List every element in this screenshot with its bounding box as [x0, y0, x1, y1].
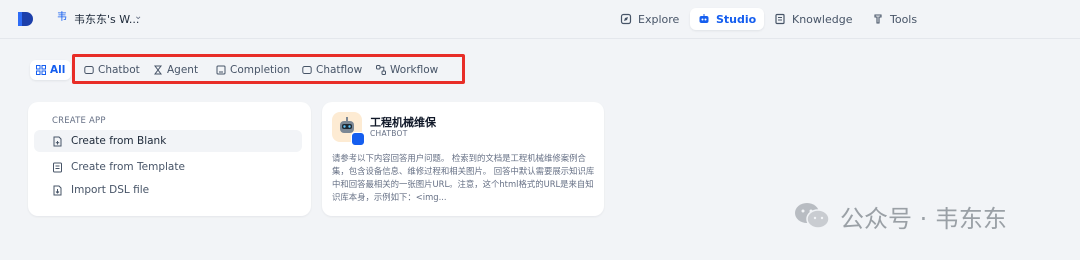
nav-studio-label: Studio [716, 12, 757, 26]
tab-workflow[interactable]: Workflow [370, 60, 444, 80]
create-from-template-button[interactable]: Create from Template [34, 156, 302, 178]
tab-agent-label: Agent [167, 64, 199, 76]
workflow-icon [376, 65, 386, 75]
create-app-title: CREATE APP [52, 116, 106, 126]
agent-icon [154, 65, 162, 75]
tab-all-label: All [50, 64, 66, 76]
create-from-blank-button[interactable]: Create from Blank [34, 130, 302, 152]
create-app-card: CREATE APP Create from Blank Create from… [28, 102, 311, 216]
file-plus-icon [53, 136, 62, 146]
create-from-blank-label: Create from Blank [71, 135, 167, 147]
import-icon [53, 185, 62, 195]
wrench-icon [874, 14, 882, 24]
top-bar: 韦 韦东东's W... ⌄ Explore Studio Knowledge … [0, 0, 1080, 39]
wechat-icon [795, 203, 830, 229]
tab-workflow-label: Workflow [390, 64, 439, 76]
nav-tools[interactable]: Tools [864, 8, 925, 30]
robot-icon [699, 14, 709, 23]
dify-logo-icon[interactable] [16, 10, 34, 28]
nav-explore[interactable]: Explore [612, 8, 687, 30]
app-type: CHATBOT [370, 129, 408, 138]
tab-chatflow-label: Chatflow [316, 64, 363, 76]
nav-knowledge[interactable]: Knowledge [766, 8, 860, 30]
tab-chatbot-label: Chatbot [98, 64, 140, 76]
compass-icon [620, 13, 632, 25]
workspace-name[interactable]: 韦东东's W... [74, 11, 139, 27]
template-icon [53, 162, 62, 172]
document-icon [216, 65, 226, 75]
tab-agent[interactable]: Agent [147, 60, 204, 80]
app-description: 请参考以下内容回答用户问题。 检索到的文档是工程机械维修案例合集，包含设备信息、… [332, 153, 595, 202]
tab-chatbot[interactable]: Chatbot [78, 60, 146, 80]
watermark-text: 公众号 · 韦东东 [840, 204, 1007, 233]
tab-chatflow[interactable]: Chatflow [296, 60, 368, 80]
tab-completion-label: Completion [230, 64, 291, 76]
tab-all[interactable]: All [30, 60, 72, 80]
app-card[interactable]: 工程机械维保 CHATBOT 请参考以下内容回答用户问题。 检索到的文档是工程机… [322, 102, 604, 216]
nav-knowledge-label: Knowledge [792, 12, 853, 26]
workspace-icon: 韦 [57, 12, 67, 23]
wechat-watermark: 公众号 · 韦东东 [792, 196, 1007, 236]
book-icon [775, 13, 785, 25]
create-from-template-label: Create from Template [71, 161, 185, 173]
tab-completion[interactable]: Completion [210, 60, 296, 80]
grid-icon [36, 65, 46, 75]
nav-explore-label: Explore [638, 12, 680, 26]
chat-icon [84, 66, 94, 74]
import-dsl-button[interactable]: Import DSL file [34, 179, 302, 201]
chevron-down-icon[interactable]: ⌄ [134, 11, 142, 22]
app-name: 工程机械维保 [370, 116, 436, 129]
import-dsl-label: Import DSL file [71, 184, 150, 196]
nav-tools-label: Tools [890, 12, 918, 26]
chatbot-badge-icon [351, 132, 365, 146]
chat-icon [302, 66, 312, 74]
nav-studio[interactable]: Studio [690, 8, 765, 30]
